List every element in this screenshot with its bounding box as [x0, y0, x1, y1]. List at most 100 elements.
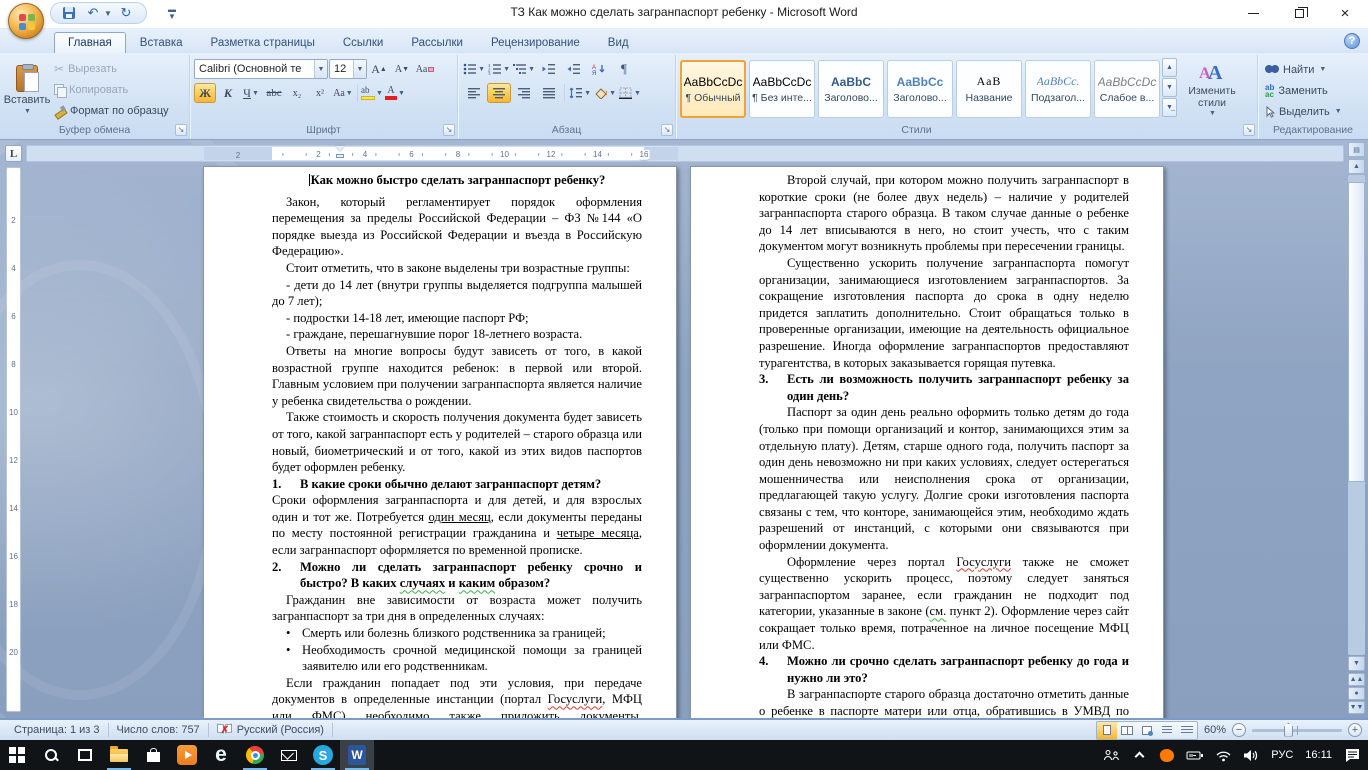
- multilevel-list-button[interactable]: ▼: [512, 59, 536, 79]
- tab-selector[interactable]: L: [5, 145, 22, 162]
- office-button[interactable]: [8, 3, 44, 39]
- volume-icon[interactable]: [1239, 740, 1263, 770]
- cut-button[interactable]: ✂ Вырезать: [50, 59, 173, 79]
- clear-formatting-button[interactable]: Аа: [414, 59, 436, 79]
- zoom-slider-thumb[interactable]: [1284, 722, 1293, 737]
- align-right-button[interactable]: [512, 83, 536, 103]
- replace-button[interactable]: ab ac Заменить: [1262, 81, 1345, 100]
- ribbon-tab[interactable]: Рецензирование: [477, 32, 594, 53]
- font-size-combo[interactable]: 12 ▼: [329, 59, 367, 79]
- text-highlight-button[interactable]: ab ▼: [361, 83, 383, 103]
- clipboard-dialog-launcher[interactable]: ↘: [175, 124, 187, 136]
- help-button[interactable]: ?: [1344, 33, 1360, 49]
- bold-button[interactable]: Ж: [194, 83, 216, 103]
- styles-more-button[interactable]: ▼̲: [1162, 98, 1177, 117]
- taskbar-file-explorer-button[interactable]: [102, 740, 136, 770]
- ribbon-tab[interactable]: Рассылки: [397, 32, 477, 53]
- restore-button[interactable]: [1276, 0, 1322, 26]
- strikethrough-button[interactable]: abc: [263, 83, 285, 103]
- numbering-button[interactable]: 1 2 3 ▼: [487, 59, 511, 79]
- action-center-button[interactable]: [1340, 740, 1364, 770]
- previous-page-button[interactable]: ▲▲: [1348, 673, 1365, 686]
- taskbar-skype-button[interactable]: S: [306, 740, 340, 770]
- styles-scroll-down-button[interactable]: ▼: [1162, 78, 1177, 97]
- bullets-button[interactable]: ▼: [462, 59, 486, 79]
- taskbar-mail-button[interactable]: [272, 740, 306, 770]
- taskbar-start-button[interactable]: [0, 740, 34, 770]
- ruler-toggle-button[interactable]: ▤: [1348, 142, 1365, 157]
- ribbon-tab[interactable]: Ссылки: [329, 32, 398, 53]
- spellcheck-indicator[interactable]: ✗ Русский (Россия): [209, 720, 332, 740]
- sort-button[interactable]: АЯ: [587, 59, 611, 79]
- style-card[interactable]: AaBbC Заголово...: [818, 60, 884, 118]
- increase-indent-button[interactable]: [562, 59, 586, 79]
- style-card[interactable]: AaBbCc Заголово...: [887, 60, 953, 118]
- keyboard-language-indicator[interactable]: РУС: [1267, 740, 1297, 770]
- ribbon-tab[interactable]: Вид: [594, 32, 643, 53]
- zoom-slider[interactable]: [1252, 722, 1342, 737]
- zoom-in-button[interactable]: +: [1348, 723, 1362, 737]
- taskbar-task-view-button[interactable]: [68, 740, 102, 770]
- style-card[interactable]: AaBbCcDc ¶ Без инте...: [749, 60, 815, 118]
- avast-icon[interactable]: [1155, 740, 1179, 770]
- taskbar-search-button[interactable]: [34, 740, 68, 770]
- font-color-button[interactable]: А ▼: [384, 83, 406, 103]
- decrease-indent-button[interactable]: [537, 59, 561, 79]
- borders-button[interactable]: ▼: [618, 83, 642, 103]
- close-button[interactable]: ×: [1322, 0, 1368, 26]
- subscript-button[interactable]: x₂: [286, 83, 308, 103]
- style-card[interactable]: AaBbCcDc Слабое в...: [1094, 60, 1160, 118]
- page-indicator[interactable]: Страница: 1 из 3: [6, 720, 108, 740]
- people-icon[interactable]: [1099, 740, 1123, 770]
- taskbar-word-button[interactable]: W: [340, 740, 374, 770]
- select-browse-object-button[interactable]: ●: [1348, 687, 1365, 700]
- font-dialog-launcher[interactable]: ↘: [443, 124, 455, 136]
- copy-button[interactable]: Копировать: [50, 80, 173, 100]
- ribbon-tab[interactable]: Вставка: [126, 32, 197, 53]
- outline-view-button[interactable]: [1156, 721, 1177, 739]
- underline-button[interactable]: Ч ▼: [240, 83, 262, 103]
- styles-scroll-up-button[interactable]: ▲: [1162, 58, 1177, 77]
- taskbar-store-button[interactable]: [136, 740, 170, 770]
- fullscreen-reading-view-button[interactable]: [1116, 721, 1137, 739]
- word-count-indicator[interactable]: Число слов: 757: [109, 720, 208, 740]
- battery-icon[interactable]: [1183, 740, 1207, 770]
- next-page-button[interactable]: ▼▼: [1348, 701, 1365, 714]
- indent-marker[interactable]: [336, 146, 345, 158]
- style-card[interactable]: AaBbCc. Подзагол...: [1025, 60, 1091, 118]
- web-layout-view-button[interactable]: [1136, 721, 1157, 739]
- styles-dialog-launcher[interactable]: ↘: [1243, 124, 1255, 136]
- ribbon-tab[interactable]: Разметка страницы: [197, 32, 329, 53]
- change-case-button[interactable]: Аа ▼: [332, 83, 354, 103]
- zoom-level-label[interactable]: 60%: [1204, 724, 1226, 736]
- paragraph-dialog-launcher[interactable]: ↘: [661, 124, 673, 136]
- wifi-icon[interactable]: [1211, 740, 1235, 770]
- taskbar-edge-button[interactable]: e: [204, 740, 238, 770]
- align-center-button[interactable]: [487, 83, 511, 103]
- find-button[interactable]: Найти ▼: [1262, 60, 1345, 79]
- paste-button[interactable]: Вставить ▼: [4, 58, 50, 122]
- document-page[interactable]: Второй случай, при котором можно получит…: [690, 166, 1164, 718]
- format-painter-button[interactable]: Формат по образцу: [50, 101, 173, 121]
- scroll-thumb[interactable]: [1348, 182, 1365, 482]
- taskbar-media-player-button[interactable]: [170, 740, 204, 770]
- style-card[interactable]: АаВ Название: [956, 60, 1022, 118]
- shading-button[interactable]: ▼: [593, 83, 617, 103]
- minimize-button[interactable]: [1230, 0, 1276, 26]
- align-left-button[interactable]: [462, 83, 486, 103]
- document-page[interactable]: Как можно быстро сделать загранпаспорт р…: [203, 166, 677, 718]
- select-button[interactable]: Выделить ▼: [1262, 102, 1345, 121]
- justify-button[interactable]: [537, 83, 561, 103]
- chevron-up-icon[interactable]: [1127, 740, 1151, 770]
- show-marks-button[interactable]: ¶: [612, 59, 636, 79]
- change-styles-button[interactable]: AA Изменить стили ▼: [1181, 58, 1243, 120]
- print-layout-view-button[interactable]: [1096, 721, 1117, 739]
- zoom-out-button[interactable]: −: [1232, 723, 1246, 737]
- style-card[interactable]: AaBbCcDc ¶ Обычный: [680, 60, 746, 118]
- superscript-button[interactable]: x²: [309, 83, 331, 103]
- line-spacing-button[interactable]: ▼: [568, 83, 592, 103]
- ribbon-tab[interactable]: Главная: [54, 32, 126, 53]
- taskbar-chrome-button[interactable]: [238, 740, 272, 770]
- scroll-down-button[interactable]: ▼: [1348, 656, 1365, 671]
- draft-view-button[interactable]: [1176, 721, 1197, 739]
